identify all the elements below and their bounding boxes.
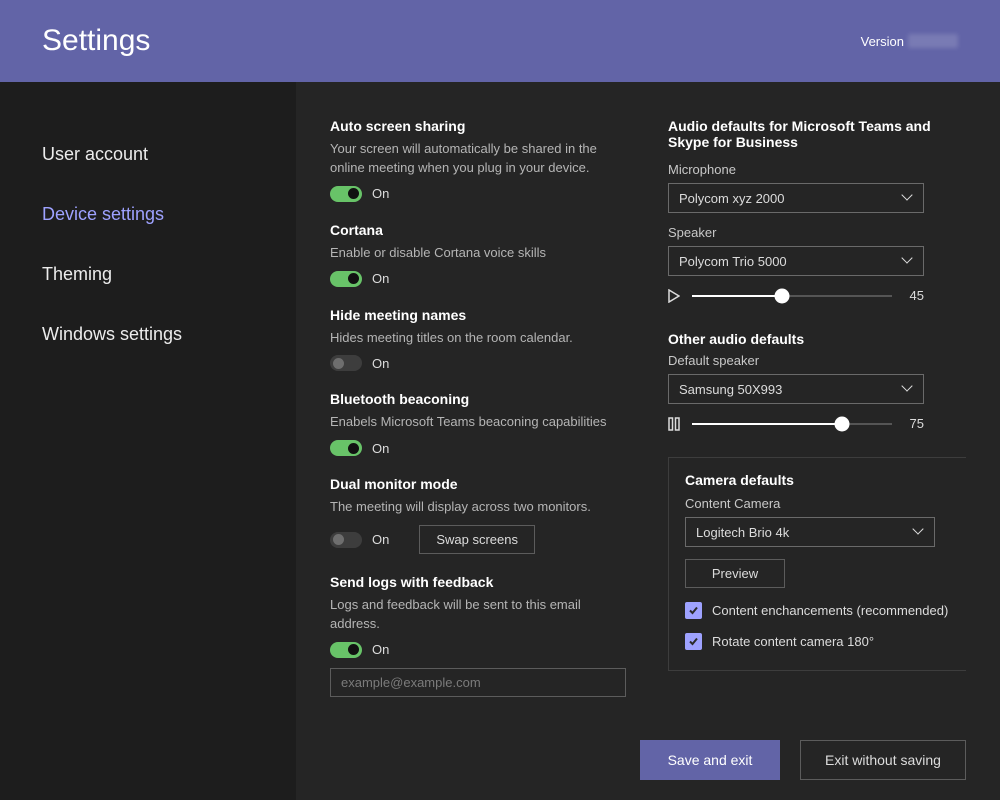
chevron-down-icon xyxy=(903,193,913,203)
page-title: Settings xyxy=(42,24,150,58)
sidebar-item-label: Windows settings xyxy=(42,324,182,345)
chevron-down-icon xyxy=(903,384,913,394)
slider-value: 75 xyxy=(904,416,924,431)
bt-beacon-toggle[interactable] xyxy=(330,440,362,456)
section-send-logs: Send logs with feedback Logs and feedbac… xyxy=(330,574,628,697)
save-and-exit-button[interactable]: Save and exit xyxy=(640,740,780,780)
checkbox-label: Rotate content camera 180° xyxy=(712,634,874,649)
sidebar-item-theming[interactable]: Theming xyxy=(0,244,296,304)
pause-icon xyxy=(668,417,680,431)
select-value: Samsung 50X993 xyxy=(679,382,782,397)
default-speaker-select[interactable]: Samsung 50X993 xyxy=(668,374,924,404)
toggle-state-label: On xyxy=(372,356,389,371)
toggle-state-label: On xyxy=(372,441,389,456)
version-label: Version xyxy=(861,34,958,49)
send-logs-toggle[interactable] xyxy=(330,642,362,658)
sidebar-item-label: Device settings xyxy=(42,204,164,225)
main-panel: Auto screen sharing Your screen will aut… xyxy=(296,82,1000,800)
section-auto-screen-sharing: Auto screen sharing Your screen will aut… xyxy=(330,118,628,202)
cortana-toggle[interactable] xyxy=(330,271,362,287)
version-value-redacted xyxy=(908,34,958,48)
dual-monitor-toggle[interactable] xyxy=(330,532,362,548)
toggle-state-label: On xyxy=(372,532,389,547)
select-value: Logitech Brio 4k xyxy=(696,525,789,540)
section-hide-meeting-names: Hide meeting names Hides meeting titles … xyxy=(330,307,628,372)
play-icon xyxy=(668,289,680,303)
auto-share-toggle[interactable] xyxy=(330,186,362,202)
microphone-label: Microphone xyxy=(668,162,966,177)
section-title: Auto screen sharing xyxy=(330,118,628,134)
select-value: Polycom Trio 5000 xyxy=(679,254,787,269)
select-value: Polycom xyz 2000 xyxy=(679,191,785,206)
preview-button[interactable]: Preview xyxy=(685,559,785,588)
right-column: Audio defaults for Microsoft Teams and S… xyxy=(668,118,966,718)
section-desc: Your screen will automatically be shared… xyxy=(330,140,628,178)
checkbox-label: Content enchancements (recommended) xyxy=(712,603,948,618)
swap-screens-button[interactable]: Swap screens xyxy=(419,525,535,554)
section-title: Send logs with feedback xyxy=(330,574,628,590)
sidebar-item-user-account[interactable]: User account xyxy=(0,124,296,184)
content-camera-select[interactable]: Logitech Brio 4k xyxy=(685,517,935,547)
toggle-state-label: On xyxy=(372,186,389,201)
section-title: Cortana xyxy=(330,222,628,238)
sidebar-item-label: Theming xyxy=(42,264,112,285)
feedback-email-input[interactable] xyxy=(330,668,626,697)
toggle-state-label: On xyxy=(372,271,389,286)
section-desc: The meeting will display across two moni… xyxy=(330,498,628,517)
other-audio-title: Other audio defaults xyxy=(668,331,966,347)
speaker-select[interactable]: Polycom Trio 5000 xyxy=(668,246,924,276)
sidebar: User account Device settings Theming Win… xyxy=(0,82,296,800)
hide-names-toggle[interactable] xyxy=(330,355,362,371)
camera-defaults-title: Camera defaults xyxy=(685,472,951,488)
section-desc: Logs and feedback will be sent to this e… xyxy=(330,596,628,634)
section-dual-monitor: Dual monitor mode The meeting will displ… xyxy=(330,476,628,554)
header: Settings Version xyxy=(0,0,1000,82)
toggle-state-label: On xyxy=(372,642,389,657)
section-title: Bluetooth beaconing xyxy=(330,391,628,407)
chevron-down-icon xyxy=(914,527,924,537)
sidebar-item-windows-settings[interactable]: Windows settings xyxy=(0,304,296,364)
content-enhancements-checkbox[interactable] xyxy=(685,602,702,619)
camera-defaults-box: Camera defaults Content Camera Logitech … xyxy=(668,457,966,671)
content-camera-label: Content Camera xyxy=(685,496,951,511)
exit-without-saving-button[interactable]: Exit without saving xyxy=(800,740,966,780)
section-title: Hide meeting names xyxy=(330,307,628,323)
audio-defaults-title: Audio defaults for Microsoft Teams and S… xyxy=(668,118,966,150)
section-desc: Hides meeting titles on the room calenda… xyxy=(330,329,628,348)
section-bluetooth-beaconing: Bluetooth beaconing Enabels Microsoft Te… xyxy=(330,391,628,456)
default-speaker-label: Default speaker xyxy=(668,353,966,368)
section-title: Dual monitor mode xyxy=(330,476,628,492)
sidebar-item-device-settings[interactable]: Device settings xyxy=(0,184,296,244)
default-speaker-volume-slider[interactable]: 75 xyxy=(668,416,924,431)
section-cortana: Cortana Enable or disable Cortana voice … xyxy=(330,222,628,287)
chevron-down-icon xyxy=(903,256,913,266)
speaker-label: Speaker xyxy=(668,225,966,240)
version-text: Version xyxy=(861,34,904,49)
slider-value: 45 xyxy=(904,288,924,303)
footer: Save and exit Exit without saving xyxy=(330,718,966,780)
section-desc: Enabels Microsoft Teams beaconing capabi… xyxy=(330,413,628,432)
sidebar-item-label: User account xyxy=(42,144,148,165)
section-desc: Enable or disable Cortana voice skills xyxy=(330,244,628,263)
microphone-select[interactable]: Polycom xyz 2000 xyxy=(668,183,924,213)
rotate-camera-checkbox[interactable] xyxy=(685,633,702,650)
speaker-volume-slider[interactable]: 45 xyxy=(668,288,924,303)
left-column: Auto screen sharing Your screen will aut… xyxy=(330,118,628,718)
